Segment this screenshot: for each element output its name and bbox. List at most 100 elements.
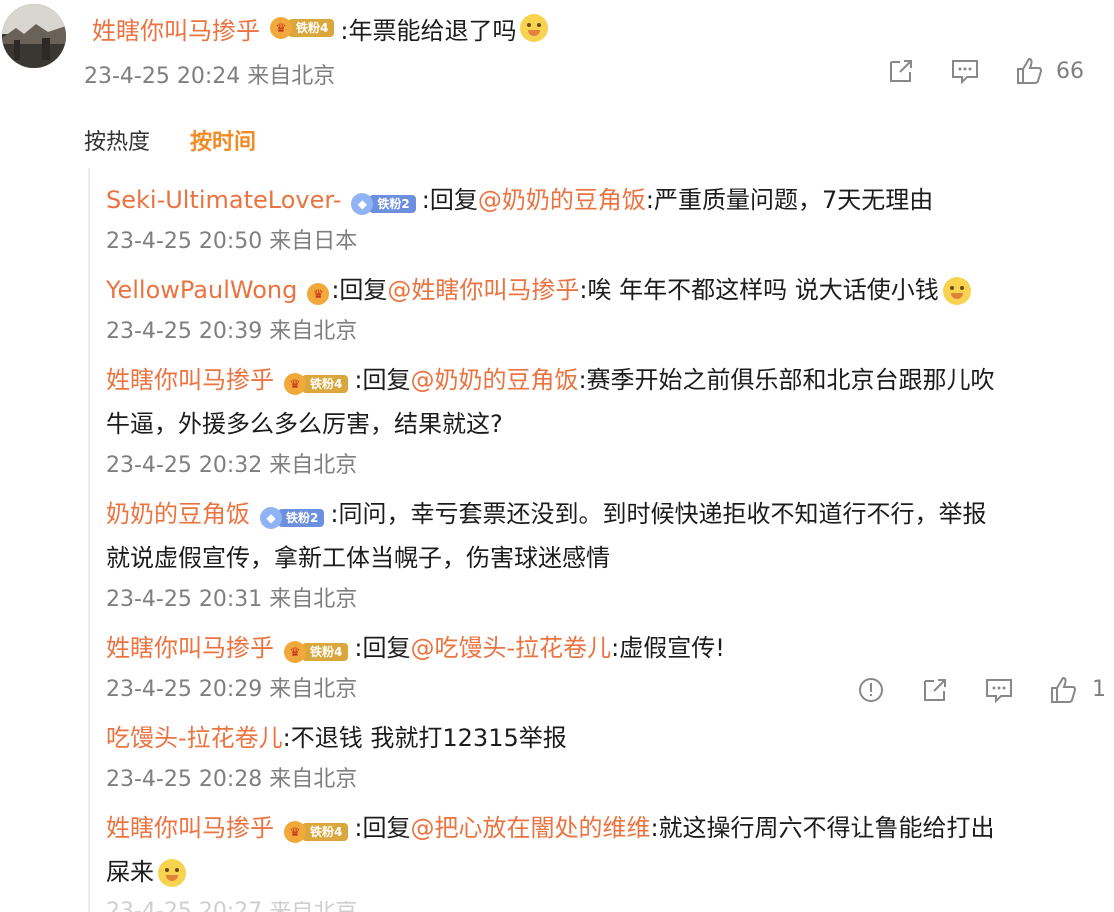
tab-sort-time[interactable]: 按时间 <box>190 124 256 156</box>
truncated-meta: 23-4-25 20:27 来自北京 <box>106 901 357 912</box>
reply-prefix: :回复 <box>354 814 411 842</box>
username[interactable]: 吃馒头-拉花卷儿 <box>106 724 283 752</box>
location: 来自北京 <box>269 767 358 792</box>
reply-text: YellowPaulWong ♛:回复@姓瞎你叫马掺乎:唉 年年不都这样吗 说大话… <box>106 268 1106 312</box>
crown-icon: ♛ <box>307 283 330 305</box>
badge-label: 铁粉4 <box>302 375 349 393</box>
timestamp: 23-4-25 20:39 <box>106 319 270 344</box>
share-icon[interactable] <box>886 56 916 86</box>
like-count: 66 <box>1056 58 1084 84</box>
emoji-icon <box>520 14 549 42</box>
username[interactable]: 姓瞎你叫马掺乎 <box>106 814 274 842</box>
comment-actions: 66 <box>886 56 1084 86</box>
reply-meta: 23-4-25 20:50 来自日本 <box>106 222 1106 262</box>
reply-meta: 23-4-25 20:32 来自北京 <box>106 446 1106 486</box>
reply-body: :赛季开始之前俱乐部和北京台跟那儿吹 <box>578 366 995 394</box>
timestamp: 23-4-25 20:31 <box>106 587 270 612</box>
fan-badge: ♛ 铁粉4 <box>284 821 349 843</box>
timestamp: 23-4-25 20:50 <box>106 229 270 254</box>
reply-item: 奶奶的豆角饭 ◆ 铁粉2:同问，幸亏套票还没到。到时候快递拒收不知道行不行，举报 就说… <box>106 492 1106 620</box>
reply-item: 姓瞎你叫马掺乎 ♛ 铁粉4:回复@吃馒头-拉花卷儿:虚假宣传! 23-4-25 20:… <box>106 626 1106 710</box>
reply-body: :同问，幸亏套票还没到。到时候快递拒收不知道行不行，举报 <box>330 500 987 528</box>
mention-link[interactable]: @姓瞎你叫马掺乎 <box>387 276 579 304</box>
reply-body: :就这操行周六不得让鲁能给打出 <box>650 814 995 842</box>
diamond-icon: ◆ <box>260 507 282 529</box>
reply-item: YellowPaulWong ♛:回复@姓瞎你叫马掺乎:唉 年年不都这样吗 说大话… <box>106 268 1106 352</box>
reply-text: Seki-UltimateLover- ◆ 铁粉2:回复@奶奶的豆角饭:严重质量问题… <box>106 178 1106 222</box>
reply-body-cont: 屎来 <box>106 858 154 886</box>
comment-meta: 23-4-25 20:24 来自北京 <box>84 58 335 90</box>
reply-prefix: :回复 <box>354 634 411 662</box>
username[interactable]: 姓瞎你叫马掺乎 <box>92 11 260 46</box>
user-avatar[interactable] <box>2 4 66 68</box>
top-comment: 姓瞎你叫马掺乎 ♛ 铁粉4 :年票能给退了吗 23-4-25 20:24 来自北… <box>0 0 1114 110</box>
thumbs-up-icon <box>1017 57 1043 84</box>
mention-link[interactable]: @把心放在闇处的维维 <box>410 814 650 842</box>
reply-body: :唉 年年不都这样吗 说大话使小钱 <box>579 276 939 304</box>
emoji-icon <box>158 859 186 887</box>
timestamp: 23-4-25 20:28 <box>106 767 270 792</box>
reply-list: Seki-UltimateLover- ◆ 铁粉2:回复@奶奶的豆角饭:严重质量问题… <box>88 168 1114 912</box>
badge-label: 铁粉2 <box>369 195 416 213</box>
fan-badge: ♛ 铁粉4 <box>284 641 349 663</box>
reply-text: 姓瞎你叫马掺乎 ♛ 铁粉4:回复@吃馒头-拉花卷儿:虚假宣传! <box>106 626 1106 670</box>
reply-body-cont: 就说虚假宣传，拿新工体当幌子，伤害球迷感情 <box>106 544 610 572</box>
mention-link[interactable]: @吃馒头-拉花卷儿 <box>410 634 611 662</box>
reply-text: 奶奶的豆角饭 ◆ 铁粉2:同问，幸亏套票还没到。到时候快递拒收不知道行不行，举报 就说… <box>106 492 1106 580</box>
crown-badge: ♛ <box>307 283 330 305</box>
reply-item: 姓瞎你叫马掺乎 ♛ 铁粉4:回复@把心放在闇处的维维:就这操行周六不得让鲁能给打出屎… <box>106 806 1106 894</box>
username[interactable]: 奶奶的豆角饭 <box>106 500 250 528</box>
comment-icon[interactable] <box>950 56 980 86</box>
timestamp: 23-4-25 20:29 <box>106 677 270 702</box>
username[interactable]: 姓瞎你叫马掺乎 <box>106 634 274 662</box>
reply-meta: 23-4-25 20:29 来自北京 1 <box>106 670 1106 710</box>
comment-text: :年票能给退了吗 <box>340 16 517 45</box>
username[interactable]: Seki-UltimateLover- <box>106 186 341 214</box>
reply-prefix: :回复 <box>354 366 411 394</box>
location: 来自北京 <box>269 587 358 612</box>
reply-body: :不退钱 我就打12315举报 <box>282 724 567 752</box>
emoji-icon <box>942 277 971 305</box>
comment-icon[interactable] <box>984 675 1014 705</box>
top-comment-line: 姓瞎你叫马掺乎 ♛ 铁粉4 :年票能给退了吗 <box>92 9 549 47</box>
reply-text: 吃馒头-拉花卷儿:不退钱 我就打12315举报 <box>106 716 1106 760</box>
like-button[interactable]: 66 <box>1014 56 1084 86</box>
share-icon[interactable] <box>920 675 950 705</box>
reply-item: 姓瞎你叫马掺乎 ♛ 铁粉4:回复@奶奶的豆角饭:赛季开始之前俱乐部和北京台跟那儿吹牛… <box>106 358 1106 486</box>
sort-tabs: 按热度 按时间 <box>84 124 256 156</box>
thumbs-up-icon <box>1051 676 1077 703</box>
location: 来自北京 <box>269 677 358 702</box>
fan-badge: ◆ 铁粉2 <box>260 507 325 529</box>
tab-sort-hot[interactable]: 按热度 <box>84 124 150 156</box>
reply-item: 吃馒头-拉花卷儿:不退钱 我就打12315举报 23-4-25 20:28 来自北… <box>106 716 1106 800</box>
mention-link[interactable]: @奶奶的豆角饭 <box>410 366 578 394</box>
location: 来自北京 <box>269 319 358 344</box>
username[interactable]: YellowPaulWong <box>106 276 297 304</box>
like-count: 1 <box>1092 677 1106 702</box>
timestamp: 23-4-25 20:24 <box>84 64 241 89</box>
report-icon[interactable] <box>856 675 886 705</box>
fan-badge: ♛ 铁粉4 <box>284 373 349 395</box>
like-button[interactable]: 1 <box>1048 670 1106 710</box>
reply-prefix: :回复 <box>421 186 478 214</box>
crown-icon: ♛ <box>284 821 306 843</box>
reply-body-cont: 牛逼，外援多么多么厉害，结果就这? <box>106 410 503 438</box>
username[interactable]: 姓瞎你叫马掺乎 <box>106 366 274 394</box>
reply-actions: 1 <box>856 670 1106 710</box>
mention-link[interactable]: @奶奶的豆角饭 <box>478 186 646 214</box>
reply-text: 姓瞎你叫马掺乎 ♛ 铁粉4:回复@奶奶的豆角饭:赛季开始之前俱乐部和北京台跟那儿吹牛… <box>106 358 1106 446</box>
badge-label: 铁粉2 <box>278 509 325 527</box>
fan-badge: ♛ 铁粉4 <box>270 17 335 39</box>
reply-meta: 23-4-25 20:28 来自北京 <box>106 760 1106 800</box>
reply-prefix: :回复 <box>331 276 388 304</box>
fan-badge: ◆ 铁粉2 <box>351 193 416 215</box>
location: 来自北京 <box>269 453 358 478</box>
reply-meta: 23-4-25 20:39 来自北京 <box>106 312 1106 352</box>
reply-item: Seki-UltimateLover- ◆ 铁粉2:回复@奶奶的豆角饭:严重质量问题… <box>106 178 1106 262</box>
location: 来自日本 <box>269 229 358 254</box>
reply-body: :虚假宣传! <box>611 634 725 662</box>
reply-meta: 23-4-25 20:31 来自北京 <box>106 580 1106 620</box>
crown-icon: ♛ <box>284 641 306 663</box>
reply-text: 姓瞎你叫马掺乎 ♛ 铁粉4:回复@把心放在闇处的维维:就这操行周六不得让鲁能给打出屎… <box>106 806 1106 894</box>
crown-icon: ♛ <box>270 17 292 39</box>
